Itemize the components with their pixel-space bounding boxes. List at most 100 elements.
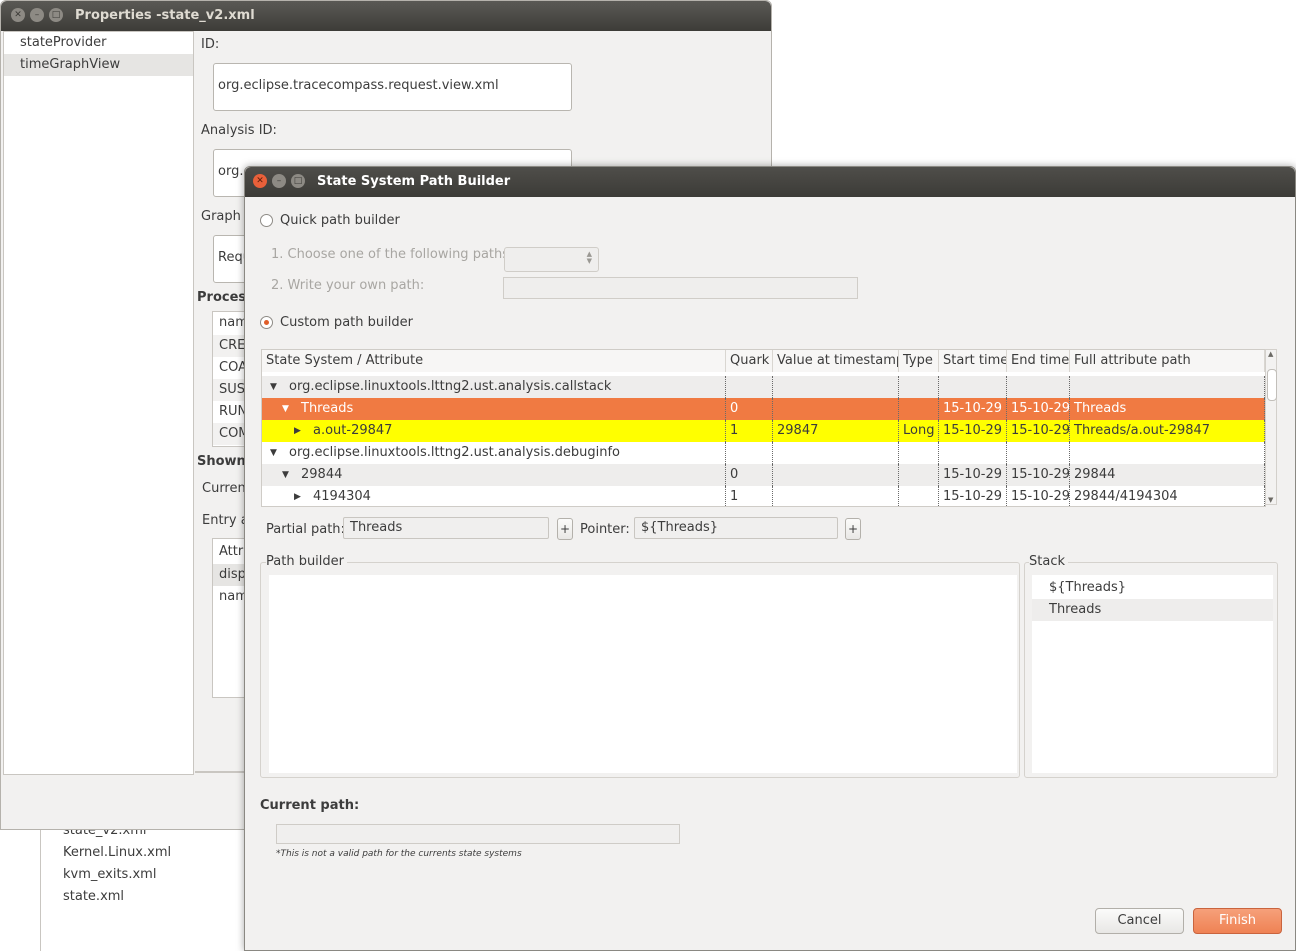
add-pointer-button[interactable]: +: [845, 518, 861, 540]
file-item-kvm-exits[interactable]: kvm_exits.xml: [63, 867, 156, 882]
quick-path-label: Quick path builder: [280, 213, 400, 228]
table-cell-value: [773, 442, 899, 464]
table-cell-end: 15-10-29: [1007, 420, 1070, 442]
table-row[interactable]: ▼ org.eclipse.linuxtools.lttng2.ust.analy…: [262, 442, 1265, 464]
table-cell-path: [1070, 442, 1265, 464]
pointer-field[interactable]: ${Threads}: [634, 517, 838, 539]
file-item-kernel-linux[interactable]: Kernel.Linux.xml: [63, 845, 171, 860]
attribute-name: org.eclipse.linuxtools.lttng2.ust.analys…: [289, 445, 620, 460]
table-cell-type: [899, 464, 939, 486]
scroll-thumb[interactable]: [1267, 369, 1277, 401]
properties-titlebar: ✕ – □ Properties -state_v2.xml: [1, 1, 771, 31]
cancel-button[interactable]: Cancel: [1095, 908, 1184, 934]
expand-down-icon[interactable]: ▼: [270, 442, 277, 464]
stack-item[interactable]: ${Threads}: [1032, 577, 1273, 599]
table-cell-end: 15-10-29: [1007, 398, 1070, 420]
expand-right-icon[interactable]: ▶: [294, 420, 301, 442]
table-row[interactable]: ▼298440 15-10-29 115-10-2929844: [262, 464, 1265, 486]
column-header-quark[interactable]: Quark: [726, 350, 773, 372]
column-header-type[interactable]: Type: [899, 350, 939, 372]
write-path-label: 2. Write your own path:: [271, 278, 425, 293]
table-cell-name: ▶ 4194304: [262, 486, 726, 506]
custom-path-radio[interactable]: [260, 316, 273, 329]
sidebar-item-stateprovider[interactable]: stateProvider: [4, 32, 193, 54]
analysis-id-label: Analysis ID:: [201, 123, 277, 138]
maximize-icon[interactable]: □: [49, 8, 63, 22]
dialog-titlebar: ✕ – □ State System Path Builder: [245, 167, 1295, 197]
table-cell-start: 15-10-29 1: [939, 398, 1007, 420]
table-cell-value: [773, 464, 899, 486]
sidebar-item-timegraphview[interactable]: timeGraphView: [4, 54, 193, 76]
graph-label: Graph t: [201, 209, 251, 224]
table-cell-path: Threads/a.out-29847: [1070, 420, 1265, 442]
table-cell-path: [1070, 376, 1265, 398]
scroll-down-icon[interactable]: ▼: [1268, 496, 1273, 504]
table-cell-value: [773, 398, 899, 420]
column-header-end[interactable]: End time: [1007, 350, 1070, 372]
expand-right-icon[interactable]: ▶: [294, 486, 301, 506]
choose-path-dropdown[interactable]: ▲ ▼: [504, 247, 599, 272]
table-cell-type: [899, 442, 939, 464]
table-cell-type: [899, 398, 939, 420]
chevron-updown-icon: ▲ ▼: [586, 250, 592, 265]
table-cell-end: [1007, 376, 1070, 398]
table-cell-path: 29844: [1070, 464, 1265, 486]
custom-path-label: Custom path builder: [280, 315, 413, 330]
stack-label: Stack: [1029, 554, 1068, 569]
table-cell-quark: 0: [726, 398, 773, 420]
expand-down-icon[interactable]: ▼: [270, 376, 277, 398]
close-icon[interactable]: ✕: [11, 8, 25, 22]
table-cell-name: ▼ 29844: [262, 464, 726, 486]
maximize-icon[interactable]: □: [291, 174, 305, 188]
table-cell-quark: [726, 442, 773, 464]
path-builder-group: [260, 562, 1020, 778]
table-cell-name: ▶ a.out-29847: [262, 420, 726, 442]
write-path-input[interactable]: [503, 277, 858, 299]
close-icon[interactable]: ✕: [253, 174, 267, 188]
attribute-name: 4194304: [313, 489, 371, 504]
table-cell-start: 15-10-29 1: [939, 464, 1007, 486]
current-path-label: Current path:: [260, 798, 360, 813]
minimize-icon[interactable]: –: [30, 8, 44, 22]
partial-path-field[interactable]: Threads: [343, 517, 549, 539]
stack-item[interactable]: Threads: [1032, 599, 1273, 621]
expand-down-icon[interactable]: ▼: [282, 398, 289, 420]
file-item-state[interactable]: state.xml: [63, 889, 124, 904]
column-header-start[interactable]: Start time: [939, 350, 1007, 372]
table-row[interactable]: ▼Threads015-10-29 115-10-29Threads: [262, 398, 1265, 420]
path-builder-label: Path builder: [266, 554, 347, 569]
path-builder-area[interactable]: [269, 575, 1017, 773]
table-cell-name: ▼ org.eclipse.linuxtools.lttng2.ust.analy…: [262, 376, 726, 398]
column-header-value[interactable]: Value at timestamp: [773, 350, 899, 372]
column-header-path[interactable]: Full attribute path: [1070, 350, 1265, 372]
id-field[interactable]: org.eclipse.tracecompass.request.view.xm…: [213, 63, 572, 111]
minimize-icon[interactable]: –: [272, 174, 286, 188]
table-cell-quark: 0: [726, 464, 773, 486]
pointer-label: Pointer:: [580, 522, 630, 537]
expand-down-icon[interactable]: ▼: [282, 464, 289, 486]
quick-path-radio[interactable]: [260, 214, 273, 227]
table-row[interactable]: ▶ a.out-29847 129847Long15-10-29 115-10-29…: [262, 420, 1265, 442]
attribute-name: a.out-29847: [313, 423, 393, 438]
partial-path-label: Partial path:: [266, 522, 345, 537]
finish-button[interactable]: Finish: [1193, 908, 1282, 934]
add-partial-path-button[interactable]: +: [557, 518, 573, 540]
table-cell-value: [773, 486, 899, 506]
table-cell-name: ▼ org.eclipse.linuxtools.lttng2.ust.analy…: [262, 442, 726, 464]
table-cell-path: Threads: [1070, 398, 1265, 420]
path-builder-dialog: ✕ – □ State System Path Builder Quick pa…: [244, 166, 1296, 951]
scroll-up-icon[interactable]: ▲: [1268, 350, 1273, 358]
table-cell-start: [939, 376, 1007, 398]
table-scrollbar[interactable]: ▲ ▼: [1265, 349, 1277, 505]
table-cell-type: [899, 376, 939, 398]
current-path-field: [276, 824, 680, 844]
table-cell-end: 15-10-29: [1007, 464, 1070, 486]
entry-label: Entry a: [202, 513, 249, 528]
table-cell-end: [1007, 442, 1070, 464]
table-row[interactable]: ▶ 4194304 1 15-10-29 115-10-2929844/4194304: [262, 486, 1265, 506]
stack-list: ${Threads} Threads: [1032, 575, 1273, 773]
choose-path-label: 1. Choose one of the following paths:: [271, 247, 514, 262]
table-cell-start: [939, 442, 1007, 464]
column-header-attribute[interactable]: State System / Attribute: [262, 350, 726, 372]
table-row[interactable]: ▼ org.eclipse.linuxtools.lttng2.ust.analy…: [262, 376, 1265, 398]
